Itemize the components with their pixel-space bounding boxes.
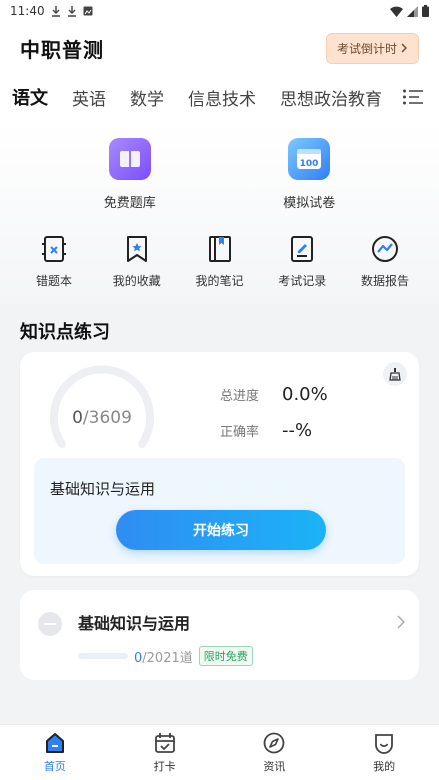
gauge-count: 0/3609 (44, 408, 160, 428)
nav-news-label: 资讯 (263, 759, 286, 773)
tab-it[interactable]: 信息技术 (188, 85, 256, 110)
gauge-total: 3609 (88, 408, 132, 428)
status-time: 11:40 (10, 4, 45, 18)
nav-checkin-label: 打卡 (153, 759, 176, 773)
exam-score-badge: 100 (300, 159, 319, 169)
notebook-icon (205, 234, 235, 264)
download-icon (51, 5, 60, 17)
header: 中职普测 考试倒计时 (0, 22, 439, 74)
nav-checkin[interactable]: 打卡 (110, 725, 220, 780)
exam-paper-icon: 100 (288, 138, 331, 180)
countdown-label: 考试倒计时 (336, 41, 397, 56)
free-badge: 限时免费 (198, 646, 253, 666)
download-icon (67, 5, 76, 17)
chevron-right-icon (401, 43, 407, 53)
wifi-icon (390, 6, 403, 17)
chapter-card[interactable]: 基础知识与运用 0/2021道 限时免费 (20, 590, 419, 680)
my-favorites-label: 我的收藏 (112, 274, 161, 288)
section-title: 知识点练习 (20, 322, 110, 343)
book-icon (108, 138, 151, 180)
image-notification-icon (83, 6, 93, 16)
big-features: 免费题库 100 模拟试卷 (0, 134, 439, 234)
broom-icon (389, 368, 401, 381)
wrong-book-label: 错题本 (35, 274, 72, 288)
calendar-check-icon (154, 732, 175, 753)
chapter-progress: 0/2021道 限时免费 (78, 646, 253, 666)
mock-exam-label: 模拟试卷 (283, 196, 336, 211)
chapter-progress-bar (78, 653, 128, 659)
wrong-book-button[interactable]: 错题本 (16, 234, 92, 304)
free-question-bank-label: 免费题库 (103, 196, 156, 211)
report-icon (370, 234, 400, 264)
chapter-total: /2021道 (142, 650, 193, 666)
data-report-label: 数据报告 (360, 274, 409, 288)
gauge-done: 0 (72, 408, 83, 428)
bookmark-icon (122, 234, 152, 264)
progress-value: 0.0% (282, 384, 328, 405)
small-features: 错题本 我的收藏 我的笔记 考试记录 数据报告 (0, 234, 439, 304)
chapter-open-button[interactable] (397, 614, 406, 633)
nav-profile[interactable]: 我的 (329, 725, 439, 780)
collapse-toggle[interactable] (38, 612, 62, 636)
accuracy-value: --% (282, 420, 313, 441)
accuracy-label: 正确率 (220, 425, 260, 440)
chevron-right-icon (397, 615, 406, 629)
my-notes-button[interactable]: 我的笔记 (182, 234, 258, 304)
home-icon (45, 732, 64, 753)
current-module-box: 基础知识与运用 开始练习 (34, 458, 405, 564)
compass-icon (263, 732, 285, 753)
nav-home-label: 首页 (43, 759, 66, 773)
nav-profile-label: 我的 (373, 759, 396, 773)
progress-label: 总进度 (220, 389, 260, 404)
nav-news[interactable]: 资讯 (220, 725, 330, 780)
list-menu-icon (403, 89, 423, 105)
accuracy-stat: 正确率 --% (220, 420, 312, 441)
tab-politics[interactable]: 思想政治教育 (280, 85, 382, 110)
my-notes-label: 我的笔记 (195, 274, 244, 288)
exam-countdown-button[interactable]: 考试倒计时 (325, 32, 419, 64)
subject-menu-button[interactable] (387, 74, 439, 120)
status-bar: 11:40 (0, 0, 439, 22)
nav-home[interactable]: 首页 (0, 725, 110, 780)
app-title: 中职普测 (20, 37, 104, 62)
subject-tabs: 语文 英语 数学 信息技术 思想政治教育 (0, 74, 439, 120)
top-section: 中职普测 考试倒计时 语文 英语 数学 信息技术 思想政治教育 (0, 22, 439, 120)
battery-icon (422, 5, 429, 17)
feature-area: 免费题库 100 模拟试卷 错题本 我的收藏 我的笔记 考试记录 数据报告 (0, 120, 439, 304)
exam-records-button[interactable]: 考试记录 (264, 234, 340, 304)
tab-english[interactable]: 英语 (72, 85, 106, 110)
bottom-nav: 首页 打卡 资讯 我的 (0, 724, 439, 780)
tab-chinese[interactable]: 语文 (12, 84, 48, 110)
my-favorites-button[interactable]: 我的收藏 (99, 234, 175, 304)
profile-icon (375, 733, 394, 754)
signal-icon (407, 5, 418, 17)
tab-math[interactable]: 数学 (130, 85, 164, 110)
free-question-bank-button[interactable]: 免费题库 (70, 134, 190, 234)
practice-card: 0/3609 总进度 0.0% 正确率 --% 基础知识与运用 开始练习 (20, 352, 419, 576)
exam-records-label: 考试记录 (278, 274, 327, 288)
current-module-title: 基础知识与运用 (50, 480, 156, 498)
mock-exam-button[interactable]: 100 模拟试卷 (249, 134, 369, 234)
record-icon (287, 234, 317, 264)
progress-stat: 总进度 0.0% (220, 384, 328, 405)
data-report-button[interactable]: 数据报告 (347, 234, 423, 304)
minus-icon (44, 623, 56, 625)
start-practice-button[interactable]: 开始练习 (116, 510, 326, 550)
chapter-count: 0/2021道 (134, 647, 193, 666)
wrong-book-icon (39, 234, 69, 264)
chapter-title: 基础知识与运用 (78, 614, 191, 633)
clear-progress-button[interactable] (383, 362, 407, 386)
